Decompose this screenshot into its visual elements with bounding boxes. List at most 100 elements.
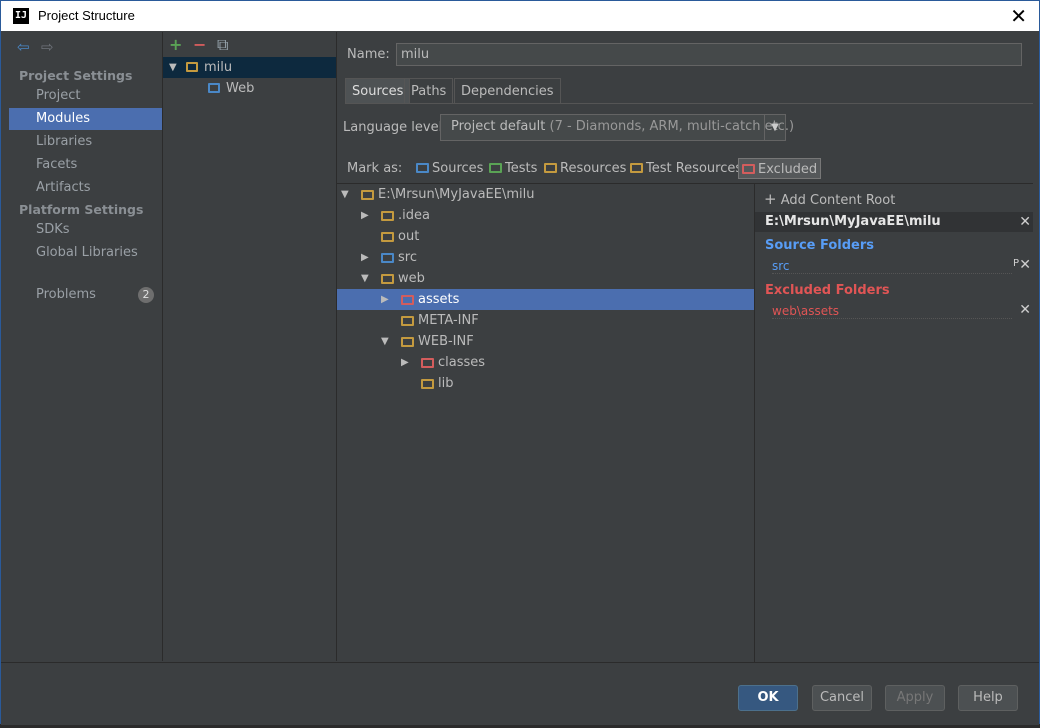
collapsed-arrow-icon[interactable]: ▶ — [381, 289, 389, 310]
source-folder-entry[interactable]: src — [772, 259, 1012, 274]
nav-item-artifacts[interactable]: Artifacts — [9, 177, 162, 199]
module-name-input[interactable] — [396, 43, 1022, 66]
module-tree-label: milu — [204, 60, 233, 75]
content-root-tree: ▼ E:\Mrsun\MyJavaEE\milu ▶ .idea out ▶ src ▼ web… — [337, 183, 755, 662]
module-folder-icon — [186, 62, 198, 72]
language-level-value: Project default (7 - Diamonds, ARM, mult… — [451, 119, 795, 134]
module-tree-row[interactable]: ▼ milu — [163, 57, 336, 78]
mark-as-test-resources-button[interactable]: Test Resources — [627, 158, 745, 179]
folder-icon — [421, 358, 434, 368]
content-tree-label: WEB-INF — [418, 334, 474, 349]
module-detail-panel: Name: Language level: Project default (7… — [337, 32, 1033, 662]
nav-item-project[interactable]: Project — [9, 85, 162, 107]
source-folders-heading: Source Folders — [765, 238, 875, 253]
sources-folder-icon — [416, 163, 429, 173]
content-tree-row[interactable]: out — [337, 226, 754, 247]
excluded-folder-entry[interactable]: web\assets — [772, 304, 1012, 319]
copy-icon[interactable]: ⧉ — [217, 35, 228, 55]
mark-as-label-text: Test Resources — [646, 161, 743, 176]
project-structure-dialog: IJ Project Structure ✕ ⇦ ⇨ Project Setti… — [0, 0, 1040, 725]
content-tree-label: web — [398, 271, 425, 286]
content-tree-label: src — [398, 250, 417, 265]
package-prefix-icon[interactable]: P — [1013, 258, 1019, 269]
mark-as-tests-button[interactable]: Tests — [486, 158, 540, 179]
apply-button[interactable]: Apply — [885, 685, 945, 711]
content-tree-row[interactable]: ▶ .idea — [337, 205, 754, 226]
add-content-root-label: Add Content Root — [780, 193, 896, 208]
expanded-arrow-icon[interactable]: ▼ — [381, 331, 389, 352]
resources-folder-icon — [544, 163, 557, 173]
add-icon[interactable]: + — [169, 35, 182, 54]
settings-navigation: ⇦ ⇨ Project Settings Platform Settings P… — [9, 32, 163, 661]
expand-arrow-icon[interactable]: ▼ — [169, 57, 177, 78]
collapsed-arrow-icon[interactable]: ▶ — [361, 205, 369, 226]
mark-as-excluded-button[interactable]: Excluded — [738, 158, 822, 179]
content-tree-row[interactable]: ▼ E:\Mrsun\MyJavaEE\milu — [337, 184, 754, 205]
content-roots-panel: + Add Content Root E:\Mrsun\MyJavaEE\mil… — [755, 183, 1033, 662]
folder-icon — [381, 274, 394, 284]
nav-item-sdks[interactable]: SDKs — [9, 219, 162, 241]
module-tree-row[interactable]: Web — [163, 78, 336, 99]
excluded-folders-heading: Excluded Folders — [765, 283, 890, 298]
remove-source-close-icon[interactable]: ✕ — [1019, 257, 1031, 273]
nav-item-label: Libraries — [36, 134, 93, 149]
nav-item-problems[interactable]: Problems 2 — [9, 284, 162, 306]
expanded-arrow-icon[interactable]: ▼ — [341, 184, 349, 205]
ok-button[interactable]: OK — [738, 685, 798, 711]
help-button[interactable]: Help — [958, 685, 1018, 711]
mark-as-label-text: Resources — [560, 161, 627, 176]
content-tree-row[interactable]: ▶ src — [337, 247, 754, 268]
content-tree-row[interactable]: ▶ assets — [337, 289, 754, 310]
language-level-select[interactable]: Project default (7 - Diamonds, ARM, mult… — [440, 114, 794, 141]
dialog-footer: OK Cancel Apply Help — [1, 662, 1039, 725]
mark-as-resources-button[interactable]: Resources — [541, 158, 629, 179]
folder-icon — [401, 316, 414, 326]
nav-item-label: Problems — [36, 287, 96, 302]
name-label: Name: — [347, 47, 390, 62]
expanded-arrow-icon[interactable]: ▼ — [361, 268, 369, 289]
remove-icon[interactable]: − — [193, 35, 206, 54]
folder-icon — [401, 337, 414, 347]
nav-item-label: Global Libraries — [36, 245, 138, 260]
cancel-button[interactable]: Cancel — [812, 685, 872, 711]
collapsed-arrow-icon[interactable]: ▶ — [361, 247, 369, 268]
content-tree-row[interactable]: ▼ web — [337, 268, 754, 289]
remove-excluded-close-icon[interactable]: ✕ — [1019, 302, 1031, 318]
tab-paths[interactable]: Paths — [404, 78, 454, 103]
nav-item-modules[interactable]: Modules — [9, 108, 162, 130]
folder-icon — [401, 295, 414, 305]
nav-item-global-libraries[interactable]: Global Libraries — [9, 242, 162, 264]
close-icon[interactable]: ✕ — [1010, 4, 1027, 28]
mark-as-label-text: Tests — [505, 161, 538, 176]
nav-item-libraries[interactable]: Libraries — [9, 131, 162, 153]
content-tree-row[interactable]: ▼ WEB-INF — [337, 331, 754, 352]
content-tree-row[interactable]: META-INF — [337, 310, 754, 331]
tab-divider — [345, 103, 1033, 104]
title-bar: IJ Project Structure ✕ — [1, 1, 1039, 31]
nav-item-label: Artifacts — [36, 180, 91, 195]
folder-icon — [421, 379, 434, 389]
excluded-folder-icon — [742, 164, 755, 174]
remove-root-close-icon[interactable]: ✕ — [1019, 214, 1031, 230]
back-arrow-icon[interactable]: ⇦ — [17, 38, 30, 56]
tests-folder-icon — [489, 163, 502, 173]
mark-as-label: Mark as: — [347, 161, 403, 176]
content-tree-label: META-INF — [418, 313, 479, 328]
content-tree-row[interactable]: lib — [337, 373, 754, 394]
collapsed-arrow-icon[interactable]: ▶ — [401, 352, 409, 373]
tab-sources[interactable]: Sources — [345, 78, 411, 103]
nav-section-project-settings: Project Settings — [19, 68, 133, 83]
add-content-root-button[interactable]: + Add Content Root — [764, 190, 895, 208]
mark-as-sources-button[interactable]: Sources — [413, 158, 486, 179]
content-root-path: E:\Mrsun\MyJavaEE\milu — [755, 212, 1033, 232]
window-title: Project Structure — [38, 8, 135, 23]
content-tree-row[interactable]: ▶ classes — [337, 352, 754, 373]
nav-item-facets[interactable]: Facets — [9, 154, 162, 176]
forward-arrow-icon[interactable]: ⇨ — [41, 38, 54, 56]
content-tree-label: out — [398, 229, 420, 244]
nav-item-label: Modules — [36, 111, 91, 126]
nav-item-label: Facets — [36, 157, 78, 172]
tab-dependencies[interactable]: Dependencies — [454, 78, 561, 103]
nav-item-label: Project — [36, 88, 81, 103]
folder-icon — [381, 232, 394, 242]
